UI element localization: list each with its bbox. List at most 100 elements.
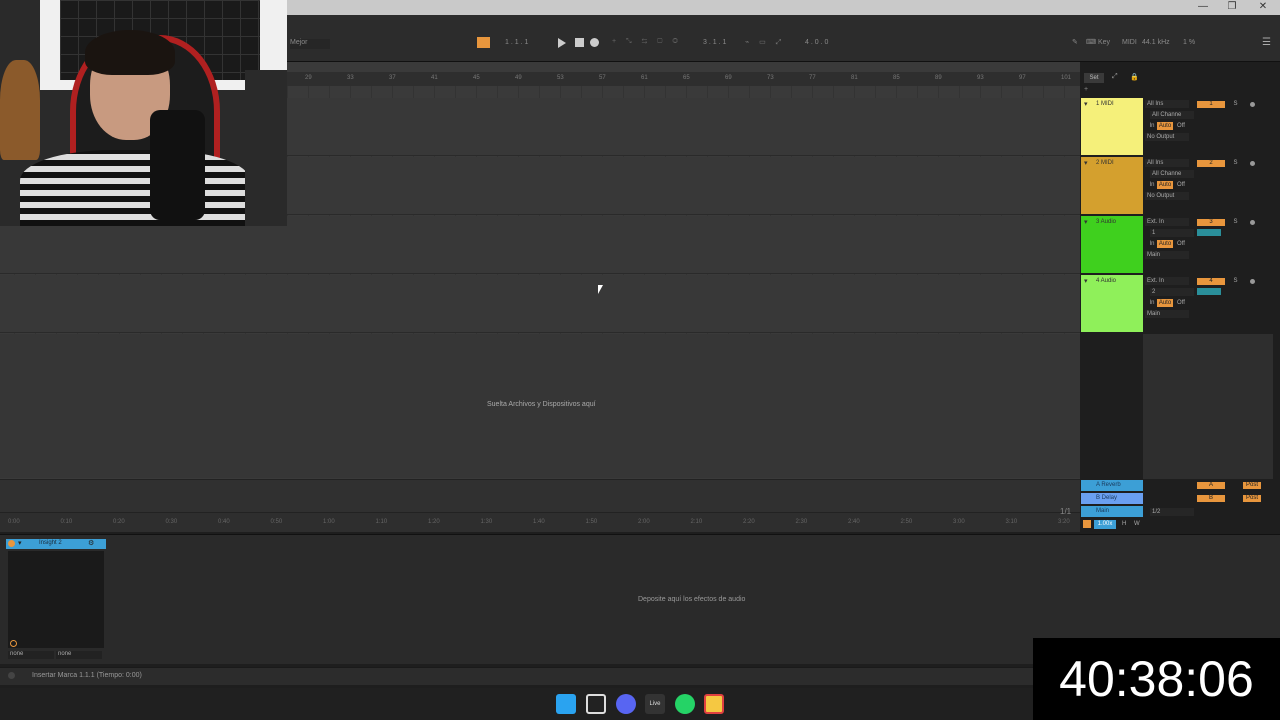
close-button[interactable]: ✕ [1256, 1, 1270, 13]
monitor-off-button[interactable]: Off [1176, 240, 1186, 248]
monitor-off-button[interactable]: Off [1176, 122, 1186, 130]
volume-slider[interactable] [1197, 229, 1221, 236]
track-name[interactable]: 2 MIDI [1096, 160, 1114, 166]
loop-length[interactable]: 4 . 0 . 0 [805, 39, 828, 46]
record-arm-icon[interactable] [1250, 161, 1255, 166]
return-track-2[interactable]: B Delay [1081, 493, 1143, 504]
track-activator-button[interactable]: 1 [1197, 101, 1225, 108]
input-type-select[interactable]: All Ins [1145, 100, 1189, 108]
arrangement-record-button[interactable] [477, 37, 490, 48]
track-name[interactable]: 1 MIDI [1096, 101, 1114, 107]
track-lane-4[interactable] [0, 275, 1080, 333]
return-track-3[interactable]: Main [1081, 506, 1143, 517]
ableton-live-icon[interactable]: Live [645, 694, 665, 714]
solo-button[interactable]: S [1231, 277, 1240, 285]
w-toggle[interactable]: W [1134, 521, 1140, 527]
maximize-button[interactable]: ❐ [1225, 1, 1239, 13]
monitor-off-button[interactable]: Off [1176, 299, 1186, 307]
solo-button[interactable]: S [1231, 100, 1240, 108]
post-toggle[interactable]: Post [1243, 482, 1261, 489]
output-select[interactable]: No Output [1145, 192, 1189, 200]
monitor-in-button[interactable]: In [1147, 181, 1157, 189]
overview-icon[interactable] [1083, 520, 1091, 528]
return-lanes[interactable] [0, 479, 1080, 512]
device-select-2[interactable]: none [56, 651, 102, 659]
solo-button[interactable]: S [1231, 218, 1240, 226]
device-display[interactable] [8, 551, 104, 648]
monitor-in-button[interactable]: In [1147, 240, 1157, 248]
device-title-bar[interactable]: ▾ Insight 2 ⚙ [6, 539, 106, 549]
return-track-1[interactable]: A Reverb [1081, 480, 1143, 491]
menu-icon[interactable]: ☰ [1262, 37, 1271, 48]
monitor-off-button[interactable]: Off [1176, 181, 1186, 189]
output-select[interactable]: No Output [1145, 133, 1189, 141]
stop-icon[interactable] [575, 38, 584, 47]
input-channel-select[interactable]: All Channe [1150, 170, 1194, 178]
chevron-down-icon[interactable]: ▾ [18, 539, 22, 547]
song-position[interactable]: 1 . 1 . 1 [505, 39, 528, 46]
track-activator-button[interactable]: 3 [1197, 219, 1225, 226]
monitor-in-button[interactable]: In [1147, 299, 1157, 307]
automation-icons[interactable]: + ⤡ ⇆ ▢ ◎ [612, 38, 682, 46]
set-button[interactable]: Set [1084, 73, 1104, 83]
whatsapp-icon[interactable] [675, 694, 695, 714]
fold-icon[interactable]: ▾ [1084, 159, 1088, 167]
track-activator-button[interactable]: 2 [1197, 160, 1225, 167]
fold-icon[interactable]: ▾ [1084, 277, 1088, 285]
track-activator-button[interactable]: 4 [1197, 278, 1225, 285]
input-channel-select[interactable]: All Channe [1150, 111, 1194, 119]
monitor-auto-button[interactable]: Auto [1157, 240, 1173, 248]
h-toggle[interactable]: H [1122, 521, 1126, 527]
zoom-level[interactable]: 1.00x [1094, 520, 1116, 529]
monitor-auto-button[interactable]: Auto [1157, 181, 1173, 189]
output-select[interactable]: Main [1145, 310, 1189, 318]
monitor-in-button[interactable]: In [1147, 122, 1157, 130]
input-channel-select[interactable]: 2 [1150, 288, 1194, 296]
midi-map-label[interactable]: MIDI [1122, 39, 1137, 46]
lock-icon[interactable]: 🔒 [1130, 73, 1139, 81]
main-output-select[interactable]: 1/2 [1150, 508, 1194, 516]
output-select[interactable]: Main [1145, 251, 1189, 259]
device-power-icon[interactable] [8, 540, 15, 547]
record-arm-icon[interactable] [1250, 279, 1255, 284]
monitor-auto-button[interactable]: Auto [1157, 299, 1173, 307]
follow-icon[interactable]: ⤢ [1112, 73, 1118, 81]
volume-slider[interactable] [1197, 288, 1221, 295]
app-icon[interactable] [586, 694, 606, 714]
record-arm-icon[interactable] [1250, 220, 1255, 225]
track-header-2[interactable]: ▾ 2 MIDI [1081, 157, 1143, 214]
return-letter[interactable]: A [1197, 482, 1225, 489]
track-header-4[interactable]: ▾ 4 Audio [1081, 275, 1143, 332]
loop-start[interactable]: 3 . 1 . 1 [703, 39, 726, 46]
add-icon[interactable]: + [1084, 86, 1088, 93]
pencil-icon[interactable]: ✎ [1072, 38, 1078, 46]
file-explorer-icon[interactable] [704, 694, 724, 714]
fold-icon[interactable]: ▾ [1084, 100, 1088, 108]
track-header-1[interactable]: ▾ 1 MIDI [1081, 98, 1143, 155]
scale-selector[interactable]: Mejor [290, 39, 330, 49]
minimize-button[interactable]: — [1196, 1, 1210, 13]
play-icon[interactable] [558, 38, 566, 48]
device-select-1[interactable]: none [8, 651, 54, 659]
discord-icon[interactable] [616, 694, 636, 714]
key-map-icon[interactable]: ⌨ [1086, 38, 1096, 46]
device-knob-icon[interactable] [10, 640, 17, 647]
track-name[interactable]: 3 Audio [1096, 219, 1116, 225]
key-map-label[interactable]: Key [1098, 39, 1110, 46]
solo-button[interactable]: S [1231, 159, 1240, 167]
input-type-select[interactable]: Ext. In [1145, 218, 1189, 226]
return-letter[interactable]: B [1197, 495, 1225, 502]
record-icon[interactable] [590, 38, 599, 47]
windows-start-icon[interactable] [556, 694, 576, 714]
fold-icon[interactable]: ▾ [1084, 218, 1088, 226]
device-settings-icon[interactable]: ⚙ [88, 539, 94, 547]
loop-icons[interactable]: ⌁ ▭ ⤢ [745, 38, 785, 47]
track-name[interactable]: 4 Audio [1096, 278, 1116, 284]
input-type-select[interactable]: Ext. In [1145, 277, 1189, 285]
monitor-auto-button[interactable]: Auto [1157, 122, 1173, 130]
record-arm-icon[interactable] [1250, 102, 1255, 107]
input-channel-select[interactable]: 1 [1150, 229, 1194, 237]
input-type-select[interactable]: All Ins [1145, 159, 1189, 167]
post-toggle[interactable]: Post [1243, 495, 1261, 502]
track-header-3[interactable]: ▾ 3 Audio [1081, 216, 1143, 273]
